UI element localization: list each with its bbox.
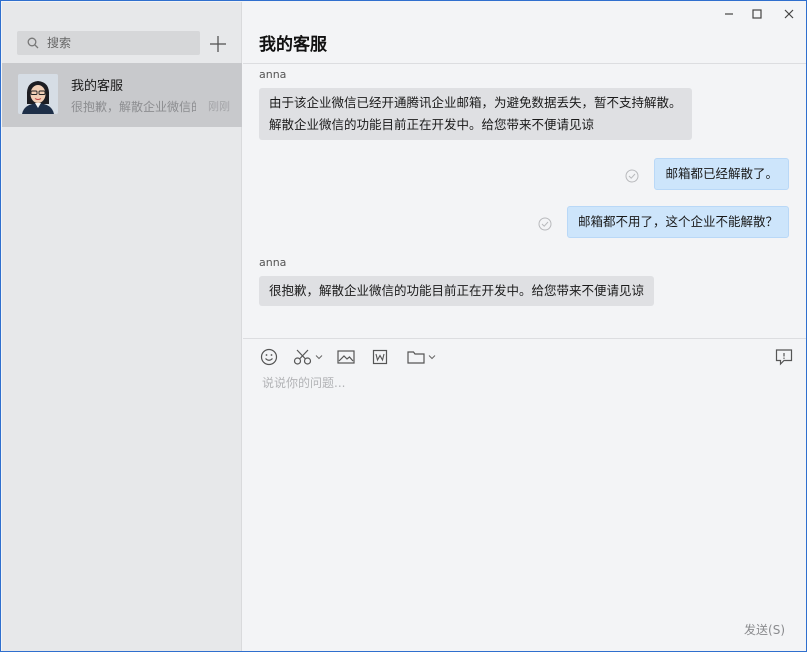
chevron-down-icon: [428, 355, 436, 360]
title-divider: [243, 63, 806, 64]
plus-icon: [210, 36, 226, 52]
message-sender: anna: [259, 256, 287, 269]
chat-title: 我的客服: [259, 35, 327, 55]
conversation-name: 我的客服: [71, 79, 124, 94]
folder-button[interactable]: [407, 348, 436, 366]
folder-icon: [407, 351, 425, 364]
avatar: [18, 74, 58, 114]
message-line: 很抱歉，解散企业微信的功能目前正在开发中。给您带来不便请见谅: [269, 283, 645, 298]
maximize-button[interactable]: [745, 5, 769, 23]
chat-panel: 我的客服 anna 由于该企业微信已经开通腾讯企业邮箱，为避免数据丢失，暂不支持…: [243, 2, 806, 651]
search-box[interactable]: [17, 31, 200, 55]
minimize-icon: [725, 13, 733, 15]
message-input[interactable]: [262, 374, 782, 604]
close-icon: [784, 9, 794, 19]
screenshot-icon: [293, 349, 312, 365]
message-line: 由于该企业微信已经开通腾讯企业邮箱，为避免数据丢失，暂不支持解散。: [269, 95, 682, 110]
feedback-icon: [775, 349, 793, 366]
message-line: 解散企业微信的功能目前正在开发中。给您带来不便请见谅: [269, 117, 595, 132]
emoji-button[interactable]: [260, 348, 278, 366]
search-input[interactable]: [47, 36, 187, 50]
message-bubble-outgoing: 邮箱都已经解散了。: [654, 158, 789, 190]
screenshot-button[interactable]: [293, 348, 323, 366]
app-window: 我的客服 很抱歉，解散企业微信的功能目前正在开发中。给您带来不便请见谅 刚刚 我…: [0, 0, 807, 652]
feedback-button[interactable]: [775, 348, 793, 366]
sidebar: 我的客服 很抱歉，解散企业微信的功能目前正在开发中。给您带来不便请见谅 刚刚: [2, 2, 242, 651]
word-doc-icon: [372, 349, 388, 365]
word-doc-button[interactable]: [372, 348, 388, 366]
add-button[interactable]: [207, 33, 229, 55]
conversation-time: 刚刚: [208, 100, 230, 113]
search-icon: [27, 37, 39, 49]
image-button[interactable]: [337, 348, 355, 366]
message-bubble-outgoing: 邮箱都不用了，这个企业不能解散？: [566, 206, 789, 238]
conversation-preview: 很抱歉，解散企业微信的功能目前正在开发中。给您带来不便请见谅: [71, 100, 196, 114]
read-check-icon: [538, 217, 552, 231]
emoji-icon: [260, 348, 278, 366]
read-check-icon: [625, 169, 639, 183]
message-bubble-incoming: 由于该企业微信已经开通腾讯企业邮箱，为避免数据丢失，暂不支持解散。 解散企业微信…: [259, 88, 692, 140]
minimize-button[interactable]: [717, 5, 741, 23]
image-icon: [337, 350, 355, 364]
chevron-down-icon: [315, 355, 323, 360]
message-sender: anna: [259, 68, 287, 81]
message-bubble-incoming: 很抱歉，解散企业微信的功能目前正在开发中。给您带来不便请见谅: [259, 276, 655, 306]
maximize-icon: [752, 9, 762, 19]
input-divider: [243, 338, 806, 339]
conversation-item[interactable]: 我的客服 很抱歉，解散企业微信的功能目前正在开发中。给您带来不便请见谅 刚刚: [2, 63, 242, 127]
send-button[interactable]: 发送(S): [744, 621, 785, 638]
close-button[interactable]: [777, 5, 801, 23]
